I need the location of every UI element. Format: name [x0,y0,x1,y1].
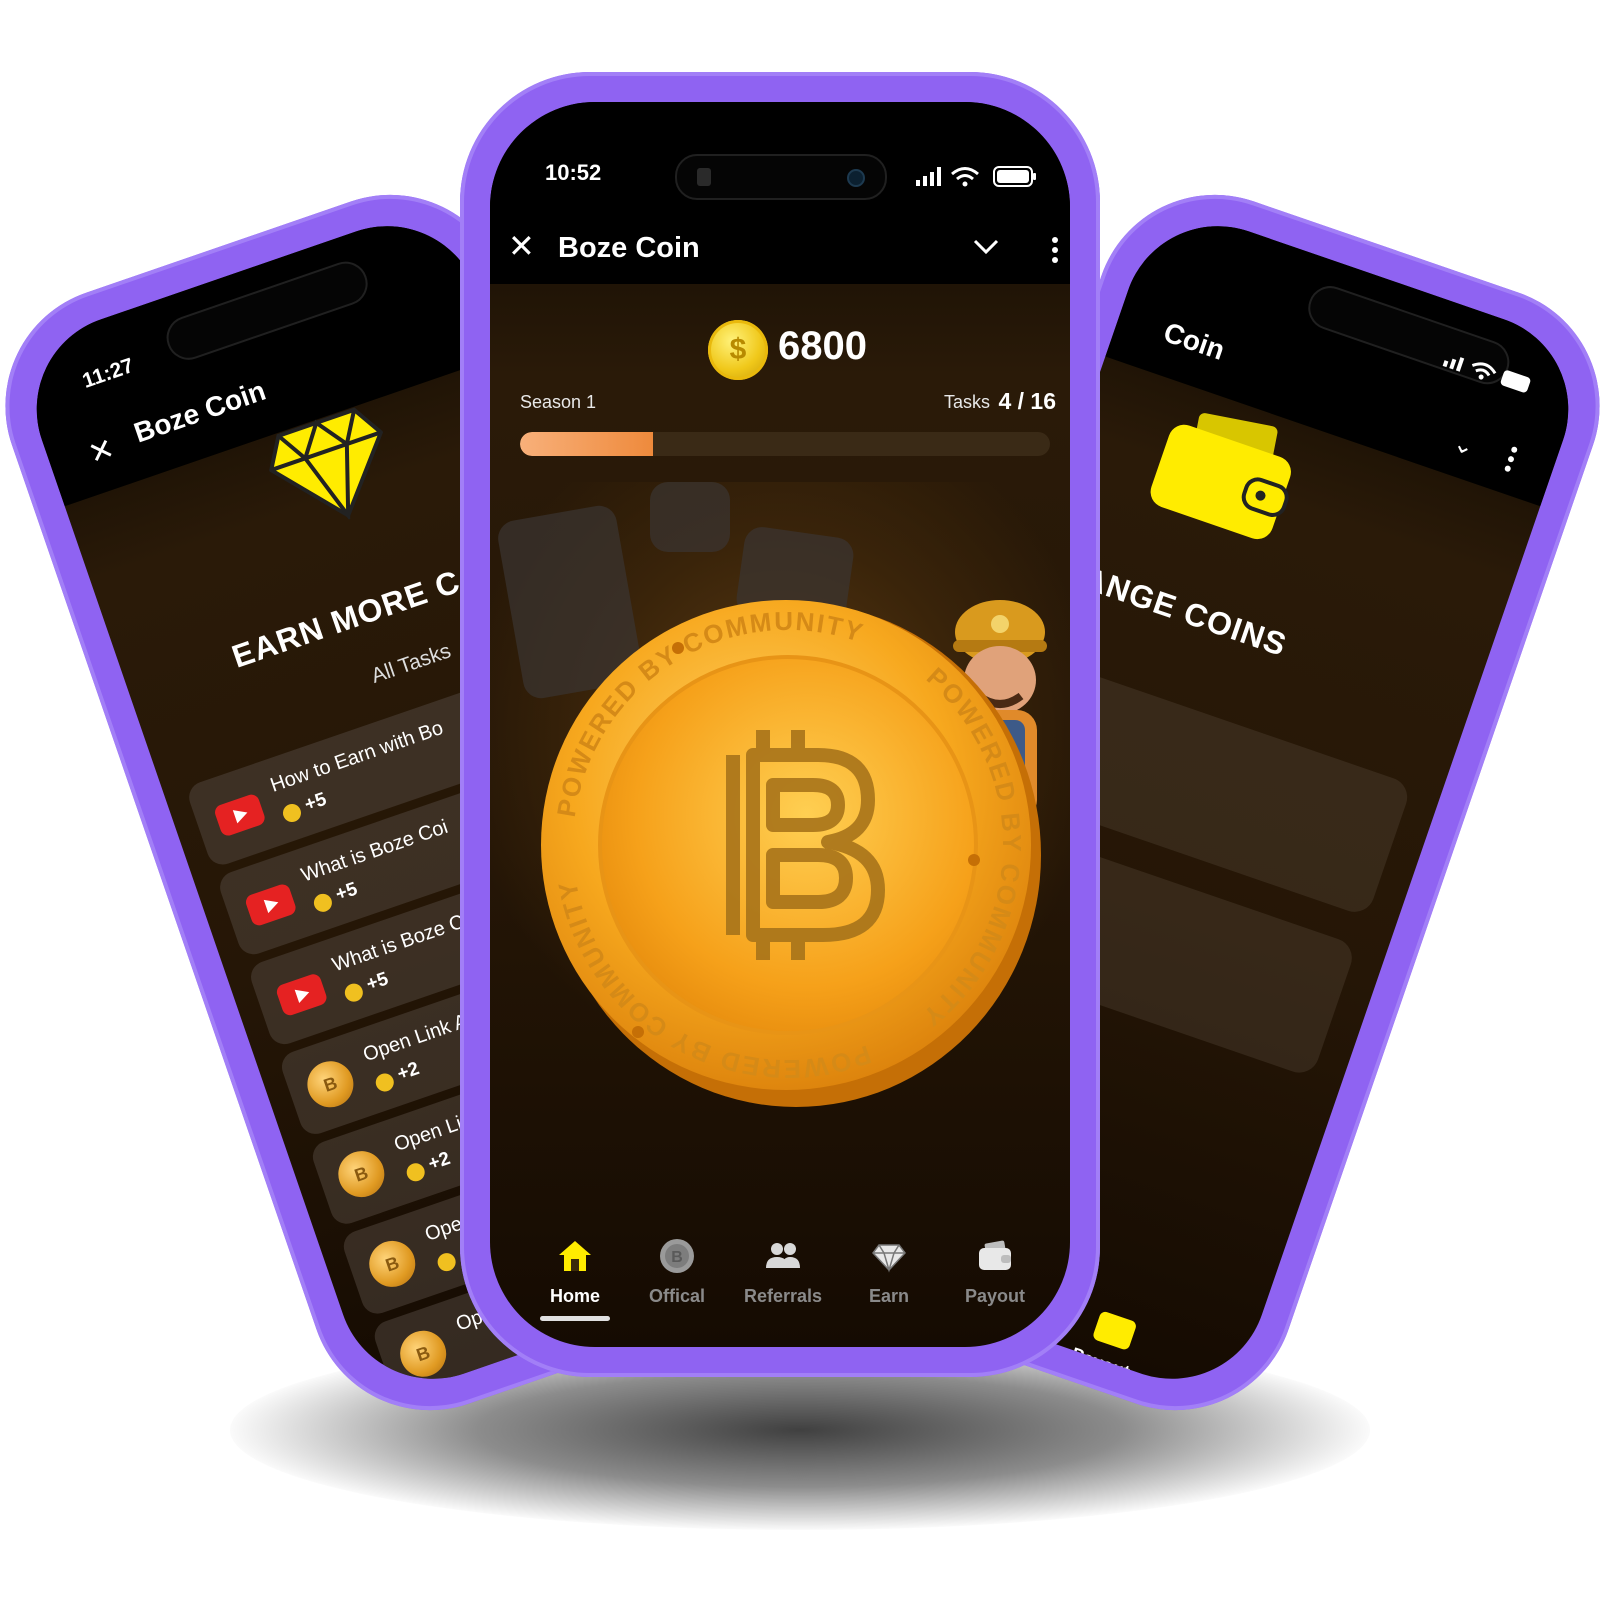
youtube-icon [212,792,267,838]
youtube-icon [243,882,298,928]
users-icon [766,1243,800,1268]
diamond-icon [872,1244,906,1273]
mockup-stage: 11:27 ✕ Boze Coin EARN MORE C All Tasks … [0,0,1600,1600]
nav-label: Earn [868,1286,910,1306]
nav-offical[interactable]: B Offical [622,1232,732,1342]
coin-balance: 6800 [778,324,867,368]
task-points: +2 [425,1148,453,1175]
wallet-icon [979,1240,1011,1270]
coin-icon [373,1071,397,1094]
nav-label: Referrals [743,1286,823,1306]
season-progress-fill [520,432,653,456]
home-icon [559,1241,591,1271]
lock-icon [697,168,711,186]
boze-coin-icon: B [393,1324,453,1383]
status-time: 10:52 [545,160,602,185]
nav-label: Home [549,1286,600,1306]
wallet-icon [1091,1310,1138,1351]
nav-home[interactable]: Home [520,1232,630,1342]
nav-payout[interactable]: Payout [940,1232,1050,1342]
exchange-heading: ANGE COINS [1078,559,1292,663]
left-top-bar [11,200,500,507]
boze-coin-icon: B [332,1144,391,1204]
active-indicator [540,1316,610,1321]
bottom-nav: Home B Offical Referrals Earn Payout [490,1232,1070,1342]
center-phone-screen: 10:52 ✕ Boze Coin $ 6800 Season 1 Tasks … [490,102,1070,1347]
coin-icon [342,981,366,1005]
all-tasks-label: All Tasks [368,639,454,688]
tasks-label: Tasks [943,392,990,412]
tap-coin[interactable]: POWERED BY COMMUNITY POWERED BY COMMUNIT… [528,580,1048,1110]
task-points: +5 [301,788,330,816]
app-title: Boze Coin [558,232,700,264]
rock [650,482,730,552]
more-icon[interactable] [1052,236,1058,264]
status-icons [916,166,1036,187]
season-label: Season 1 [520,392,597,412]
boze-coin-icon: B [660,1239,694,1273]
nav-label: Payout [964,1286,1025,1306]
task-name: How to Earn with Bo [267,716,447,797]
task-points: +2 [394,1058,423,1086]
boze-coin-icon: B [363,1234,422,1294]
camera-icon [847,169,865,187]
nav-referrals[interactable]: Referrals [728,1232,838,1342]
dynamic-island [675,154,887,200]
boze-coin-icon: B [301,1055,360,1114]
coin-icon [280,801,304,825]
task-points: +5 [332,878,361,906]
center-phone: 10:52 ✕ Boze Coin $ 6800 Season 1 Tasks … [460,72,1100,1377]
coin-icon [435,1250,459,1274]
chevron-down-icon[interactable] [972,234,1000,258]
season-progress-bar [520,432,1050,456]
dollar-coin-icon: $ [708,320,768,380]
close-icon[interactable]: ✕ [508,230,535,262]
svg-text:B: B [671,1249,683,1266]
coin-icon [404,1160,428,1184]
task-points: +5 [363,968,392,996]
youtube-icon [274,972,329,1018]
coin-icon [311,891,335,915]
tasks-count: 4 / 16 [998,388,1056,414]
nav-label: Offical [648,1286,705,1306]
nav-earn[interactable]: Earn [834,1232,944,1342]
